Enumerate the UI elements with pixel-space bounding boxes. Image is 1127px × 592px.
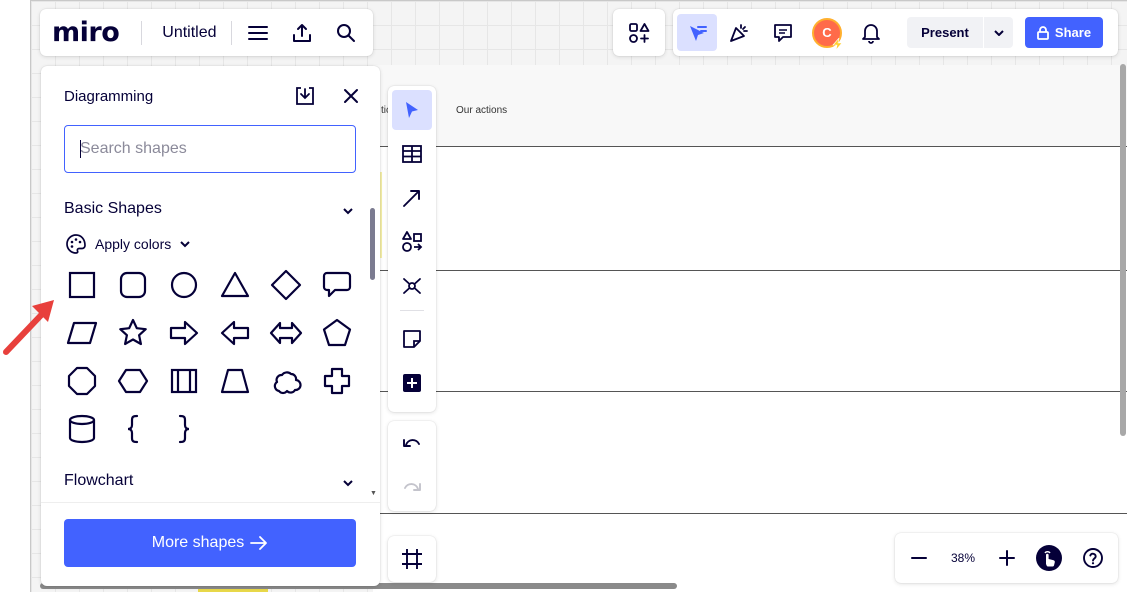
mind-map-icon[interactable]: [392, 266, 432, 306]
select-tool-cursor-icon[interactable]: [392, 90, 432, 130]
board-title[interactable]: Untitled: [154, 24, 224, 42]
undo-redo-bar: [388, 421, 436, 511]
arrow-right-icon: [250, 536, 268, 550]
board-row-divider: [373, 513, 1127, 514]
text-cursor: [80, 140, 81, 158]
palette-icon: [66, 234, 86, 254]
zoom-out-icon[interactable]: [903, 542, 935, 574]
more-shapes-button[interactable]: More shapes: [64, 519, 356, 567]
octagon-shape-icon[interactable]: [62, 361, 102, 401]
apps-icon: [628, 22, 650, 44]
bell-icon[interactable]: [849, 11, 893, 55]
menu-icon[interactable]: [236, 11, 280, 55]
vertical-scrollbar[interactable]: [1120, 64, 1126, 436]
apps-button[interactable]: [613, 9, 665, 56]
brace-left-shape-icon[interactable]: [113, 409, 153, 449]
speech-bubble-shape-icon[interactable]: [317, 265, 357, 305]
celebrate-icon[interactable]: [717, 11, 761, 55]
export-icon[interactable]: [280, 11, 324, 55]
present-label: Present: [921, 25, 969, 40]
triangle-shape-icon[interactable]: [215, 265, 255, 305]
creation-toolbar: [388, 86, 436, 412]
present-button[interactable]: Present: [907, 17, 1013, 48]
annotation-arrow-icon: [3, 300, 54, 355]
shapes-icon[interactable]: [392, 222, 432, 262]
avatar: C: [812, 17, 843, 50]
divider: [400, 310, 424, 311]
chevron-down-icon[interactable]: [340, 203, 356, 219]
avatar-initial: C: [822, 25, 832, 40]
double-arrow-shape-icon[interactable]: [266, 313, 306, 353]
process-shape-icon[interactable]: [164, 361, 204, 401]
scroll-down-icon[interactable]: ▼: [370, 490, 377, 497]
trapezoid-shape-icon[interactable]: [215, 361, 255, 401]
comment-icon[interactable]: [761, 11, 805, 55]
share-button[interactable]: Share: [1025, 17, 1103, 48]
divider: [41, 502, 380, 503]
sticky-note-icon[interactable]: [392, 319, 432, 359]
help-icon[interactable]: [1077, 542, 1109, 574]
hexagon-shape-icon[interactable]: [113, 361, 153, 401]
zoom-level[interactable]: 38%: [935, 551, 991, 565]
board-row-divider: [373, 391, 1127, 392]
zoom-in-icon[interactable]: [991, 542, 1023, 574]
close-icon[interactable]: [339, 84, 363, 108]
undo-icon[interactable]: [392, 425, 432, 465]
diamond-shape-icon[interactable]: [266, 265, 306, 305]
chevron-down-icon[interactable]: [983, 17, 1013, 48]
table-icon[interactable]: [392, 134, 432, 174]
panel-title: Diagramming: [64, 88, 154, 105]
zoom-bar: 38%: [895, 533, 1118, 583]
cloud-shape-icon[interactable]: [266, 361, 306, 401]
section-basic-shapes[interactable]: Basic Shapes: [64, 200, 162, 218]
brace-right-shape-icon[interactable]: [164, 409, 204, 449]
reactions-cursor-button[interactable]: [677, 14, 717, 51]
board-row-divider: [373, 270, 1127, 271]
share-label: Share: [1054, 25, 1092, 40]
download-icon[interactable]: [293, 84, 317, 108]
rectangle-shape-icon[interactable]: [62, 265, 102, 305]
connection-line-icon[interactable]: [392, 178, 432, 218]
collaboration-bar: C Present Share: [673, 9, 1118, 56]
add-more-icon[interactable]: [392, 363, 432, 403]
apply-colors-label: Apply colors: [95, 236, 172, 252]
board-header-label: Our actions: [456, 105, 508, 116]
rounded-rectangle-shape-icon[interactable]: [113, 265, 153, 305]
frames-button[interactable]: [388, 536, 436, 582]
chevron-down-icon: [180, 241, 190, 248]
board-header: tic Our actions: [373, 65, 1127, 147]
parallelogram-shape-icon[interactable]: [62, 313, 102, 353]
hand-pointer-icon[interactable]: [1033, 542, 1065, 574]
board-frame[interactable]: tic Our actions: [373, 65, 1127, 592]
search-icon[interactable]: [324, 11, 368, 55]
diagramming-panel: Diagramming Basic Shapes Apply colors: [41, 66, 380, 586]
divider: [230, 20, 232, 45]
more-shapes-label: More shapes: [151, 534, 245, 551]
apply-colors-dropdown[interactable]: Apply colors: [65, 233, 191, 255]
bolt-icon: [832, 37, 843, 50]
redo-icon[interactable]: [392, 469, 432, 509]
cross-shape-icon[interactable]: [317, 361, 357, 401]
frame-icon: [401, 548, 423, 570]
pentagon-shape-icon[interactable]: [317, 313, 357, 353]
chevron-down-icon[interactable]: [340, 475, 356, 491]
search-shapes-input[interactable]: [64, 125, 356, 173]
divider: [141, 20, 143, 45]
arrow-left-shape-icon[interactable]: [215, 313, 255, 353]
cylinder-shape-icon[interactable]: [62, 409, 102, 449]
avatar-button[interactable]: C: [805, 11, 849, 55]
section-flowchart[interactable]: Flowchart: [64, 472, 133, 490]
circle-shape-icon[interactable]: [164, 265, 204, 305]
cursor-flag-icon: [690, 25, 707, 41]
lock-icon: [1037, 25, 1049, 40]
top-left-bar: miro Untitled: [40, 9, 373, 56]
miro-logo[interactable]: miro: [40, 17, 120, 48]
star-shape-icon[interactable]: [113, 313, 153, 353]
panel-scrollbar[interactable]: [370, 208, 375, 280]
arrow-right-shape-icon[interactable]: [164, 313, 204, 353]
